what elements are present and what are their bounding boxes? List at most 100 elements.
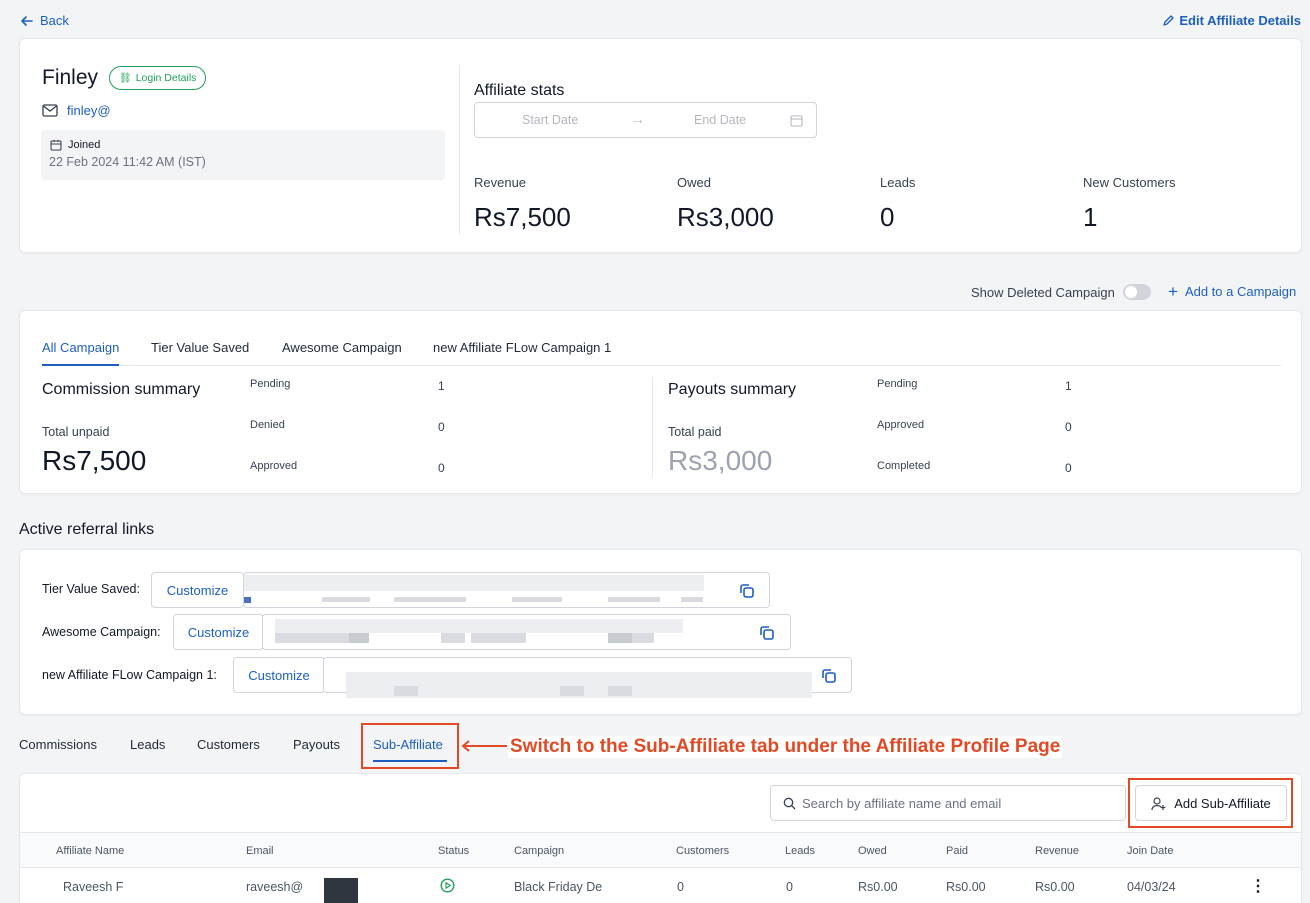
arrow-left-icon: [21, 15, 33, 26]
back-label: Back: [40, 13, 69, 28]
add-to-campaign-button[interactable]: + Add to a Campaign: [1168, 282, 1296, 301]
kebab-menu-icon[interactable]: ⋮: [1250, 879, 1266, 895]
calendar-icon: [790, 115, 803, 127]
commission-pending-label: Pending: [250, 378, 291, 390]
date-range-picker[interactable]: Start Date → End Date: [474, 102, 817, 138]
referral-label: Tier Value Saved:: [42, 582, 140, 596]
annotation-text: Switch to the Sub-Affiliate tab under th…: [508, 736, 1063, 758]
stat-value: 0: [880, 202, 895, 232]
customize-button[interactable]: Customize: [173, 614, 264, 650]
payouts-pending-label: Pending: [877, 378, 918, 390]
tab-payouts[interactable]: Payouts: [293, 737, 340, 752]
annotation-arrow: [461, 740, 507, 752]
end-date-input[interactable]: End Date: [694, 113, 746, 127]
search-input[interactable]: Search by affiliate name and email: [770, 785, 1126, 821]
show-deleted-toggle[interactable]: [1122, 284, 1151, 300]
total-unpaid-value: Rs7,500: [42, 445, 147, 476]
add-sub-affiliate-button[interactable]: Add Sub-Affiliate: [1135, 785, 1287, 821]
commission-approved-label: Approved: [250, 460, 298, 472]
joined-date: 22 Feb 2024 11:42 AM (IST): [49, 155, 206, 169]
tab-leads[interactable]: Leads: [130, 737, 165, 752]
table-row[interactable]: Raveesh F raveesh@ Black Friday De 0 0 R…: [20, 868, 1301, 903]
campaign-cell: Black Friday De: [514, 880, 603, 894]
show-deleted-campaign: Show Deleted Campaign: [971, 284, 1151, 300]
referral-section-title: Active referral links: [19, 521, 155, 538]
commission-summary-title: Commission summary: [42, 381, 201, 398]
commission-approved-value: 0: [438, 461, 445, 475]
tab-all-campaign[interactable]: All Campaign: [42, 340, 119, 355]
joined-label: Joined: [68, 139, 101, 151]
tab-awesome-campaign[interactable]: Awesome Campaign: [282, 340, 402, 355]
commission-pending-value: 1: [438, 379, 445, 393]
column-header: Affiliate Name: [56, 845, 125, 857]
total-unpaid-label: Total unpaid: [42, 425, 110, 439]
referral-link-field[interactable]: [262, 614, 791, 650]
copy-icon[interactable]: [758, 624, 776, 642]
commission-denied-value: 0: [438, 420, 445, 434]
total-paid-label: Total paid: [668, 425, 722, 439]
sub-affiliate-highlight-box: [361, 723, 459, 769]
referral-label: Awesome Campaign:: [42, 625, 161, 639]
edit-affiliate-link[interactable]: Edit Affiliate Details: [1162, 13, 1301, 28]
column-header: Email: [246, 845, 274, 857]
profile-card: Finley ⛓ Login Details finley@ Joined 22…: [19, 38, 1302, 253]
back-link[interactable]: Back: [20, 13, 69, 28]
active-tab-underline: [42, 364, 119, 366]
customers-cell: 0: [677, 880, 684, 894]
column-header: Status: [438, 845, 470, 857]
mail-icon: [42, 104, 58, 117]
joined-box: Joined 22 Feb 2024 11:42 AM (IST): [41, 130, 445, 180]
payouts-summary-title: Payouts summary: [668, 381, 797, 398]
campaign-tab-bar: [41, 365, 1281, 366]
summary-divider: [652, 377, 653, 477]
profile-divider: [459, 65, 460, 235]
pencil-icon: [1163, 15, 1175, 26]
stat-revenue: Revenue Rs7,500: [474, 175, 571, 233]
stat-value: Rs7,500: [474, 202, 571, 232]
search-placeholder: Search by affiliate name and email: [802, 795, 1002, 811]
customize-button[interactable]: Customize: [233, 657, 325, 693]
stat-label: Leads: [880, 175, 916, 190]
revenue-cell: Rs0.00: [1035, 880, 1075, 894]
stat-label: Revenue: [474, 175, 527, 190]
login-details-badge[interactable]: ⛓ Login Details: [109, 66, 207, 90]
login-details-label: Login Details: [135, 72, 197, 84]
tab-tier-value-saved[interactable]: Tier Value Saved: [151, 340, 249, 355]
sub-affiliate-card: Search by affiliate name and email Add S…: [19, 773, 1302, 903]
commission-denied-label: Denied: [250, 419, 285, 431]
play-circle-icon: [440, 878, 455, 893]
stat-value: 1: [1083, 202, 1098, 232]
referral-link-field[interactable]: [323, 657, 852, 698]
affiliate-name: Finley: [42, 66, 99, 89]
tab-new-affiliate-flow[interactable]: new Affiliate FLow Campaign 1: [433, 340, 611, 355]
show-deleted-label: Show Deleted Campaign: [971, 284, 1115, 300]
column-header: Paid: [946, 845, 969, 857]
column-header: Revenue: [1035, 845, 1080, 857]
copy-icon[interactable]: [738, 582, 756, 600]
stat-label: Owed: [677, 175, 711, 190]
leads-cell: 0: [786, 880, 793, 894]
plus-icon: +: [1168, 282, 1178, 301]
stat-owed: Owed Rs3,000: [677, 175, 774, 233]
stat-new-customers: New Customers 1: [1083, 175, 1175, 233]
referral-link-field[interactable]: [243, 572, 770, 608]
email-redaction: [324, 878, 358, 903]
column-header: Campaign: [514, 845, 565, 857]
tab-commissions[interactable]: Commissions: [19, 737, 97, 752]
payouts-completed-label: Completed: [877, 460, 931, 472]
join-date-cell: 04/03/24: [1127, 880, 1176, 894]
campaign-summary-card: All Campaign Tier Value Saved Awesome Ca…: [19, 310, 1302, 494]
tab-customers[interactable]: Customers: [197, 737, 260, 752]
column-header: Customers: [676, 845, 730, 857]
start-date-input[interactable]: Start Date: [522, 113, 578, 127]
search-icon: [783, 797, 796, 809]
customize-button[interactable]: Customize: [151, 572, 244, 608]
table-header: Affiliate Name Email Status Campaign Cus…: [20, 832, 1301, 868]
email-row[interactable]: finley@: [42, 103, 111, 118]
stat-value: Rs3,000: [677, 202, 774, 232]
payouts-approved-label: Approved: [877, 419, 925, 431]
referral-label: new Affiliate FLow Campaign 1:: [42, 668, 217, 682]
affiliate-name-cell[interactable]: Raveesh F: [63, 880, 123, 894]
add-user-icon: [1151, 796, 1166, 810]
copy-icon[interactable]: [820, 667, 838, 685]
